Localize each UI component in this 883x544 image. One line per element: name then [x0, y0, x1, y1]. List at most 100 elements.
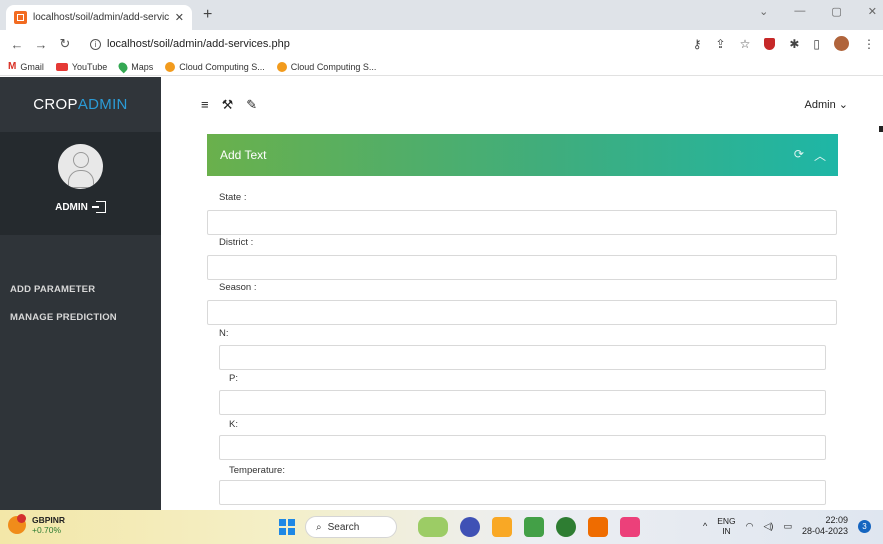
clock-date: 28-04-2023 — [801, 526, 848, 536]
restore-icon[interactable]: ▢ — [831, 5, 841, 18]
stock-widget[interactable]: GBPINR +0.70% — [8, 514, 65, 535]
share-icon[interactable]: ⇪ — [716, 37, 726, 51]
collapse-chevron-up-icon[interactable]: ︿ — [814, 147, 826, 164]
windows-start-icon[interactable] — [279, 519, 295, 535]
p-label: P: — [229, 373, 238, 384]
password-key-icon[interactable]: ⚷ — [693, 37, 702, 51]
profile-name-row: ADMIN — [55, 201, 106, 213]
ticker-text: GBPINR +0.70% — [32, 515, 65, 535]
new-tab-button[interactable]: + — [203, 6, 212, 24]
volume-icon[interactable]: ◁) — [764, 521, 774, 532]
panel-title: Add Text — [220, 148, 267, 162]
bookmark-maps[interactable]: Maps — [116, 60, 153, 73]
bookmark-label: Cloud Computing S... — [290, 61, 377, 72]
extensions-puzzle-icon[interactable]: ✱ — [789, 37, 799, 51]
address-bar[interactable]: i localhost/soil/admin/add-services.php — [90, 33, 700, 55]
gmail-icon: M — [8, 61, 17, 72]
language-indicator[interactable]: ENG IN — [717, 516, 735, 536]
sidebar: CROP ADMIN ADMIN ADD PARAMETER MANAGE PR… — [0, 77, 161, 510]
add-text-form: State : District : Season : N: P: K: Tem… — [207, 176, 838, 510]
sidebar-item-add-parameter[interactable]: ADD PARAMETER — [0, 275, 161, 303]
profile-avatar-icon[interactable] — [834, 36, 849, 51]
cloud-bookmark-icon — [165, 61, 176, 72]
brush-icon[interactable]: ✎ — [246, 97, 257, 113]
user-avatar-icon — [58, 144, 103, 189]
district-label: District : — [219, 237, 254, 248]
brand-admin-text: ADMIN — [77, 96, 128, 113]
district-input[interactable] — [207, 255, 837, 280]
chrome-icon[interactable] — [556, 517, 576, 537]
reload-icon[interactable]: ↻ — [58, 36, 72, 52]
season-label: Season : — [219, 282, 257, 293]
p-input[interactable] — [219, 390, 826, 415]
bookmark-star-icon[interactable]: ☆ — [740, 37, 751, 51]
n-label: N: — [219, 328, 229, 339]
k-input[interactable] — [219, 435, 826, 460]
sidepanel-icon[interactable]: ▯ — [813, 37, 820, 51]
panel-tools: ⟳ ︿ — [794, 147, 826, 164]
widgets-icon[interactable] — [418, 517, 448, 537]
notification-badge[interactable]: 3 — [858, 519, 871, 533]
season-input[interactable] — [207, 300, 837, 325]
n-input[interactable] — [219, 345, 826, 370]
search-icon: ⌕ — [316, 521, 322, 533]
browser-menu-icon[interactable]: ⋮ — [863, 37, 875, 51]
tab-search-chevron-icon[interactable]: ⌄ — [759, 5, 768, 18]
temperature-label: Temperature: — [229, 465, 285, 476]
browser-tab-active[interactable]: localhost/soil/admin/add-service ✕ — [6, 5, 192, 30]
xampp-favicon-icon — [14, 11, 27, 24]
windows-taskbar: GBPINR +0.70% ⌕ Search ^ ENG IN ◠ ◁) ▭ 2… — [0, 510, 883, 544]
clock-time: 22:09 — [825, 515, 848, 525]
profile-section: ADMIN — [0, 132, 161, 235]
site-info-icon[interactable]: i — [90, 38, 101, 50]
header-tools: ≡ ⚒ ✎ — [201, 97, 257, 113]
battery-icon[interactable]: ▭ — [783, 521, 792, 532]
wrench-icon[interactable]: ⚒ — [222, 97, 234, 113]
hamburger-menu-icon[interactable]: ≡ — [201, 97, 209, 112]
bookmarks-bar: M Gmail YouTube Maps Cloud Computing S..… — [0, 58, 883, 76]
xampp-icon[interactable] — [588, 517, 608, 537]
window-controls: ⌄ — ▢ ✕ — [759, 5, 877, 18]
brand-crop-text: CROP — [33, 96, 78, 113]
youtube-icon — [55, 62, 68, 71]
region-code: IN — [722, 526, 731, 536]
tab-title: localhost/soil/admin/add-service — [33, 12, 169, 23]
bookmark-cloud-2[interactable]: Cloud Computing S... — [276, 61, 377, 72]
clock[interactable]: 22:09 28-04-2023 — [802, 515, 848, 537]
k-label: K: — [229, 419, 238, 430]
tray-chevron-up-icon[interactable]: ^ — [703, 521, 707, 531]
file-explorer-icon[interactable] — [492, 517, 512, 537]
forward-arrow-icon[interactable]: → — [34, 37, 48, 52]
sidebar-item-manage-prediction[interactable]: MANAGE PREDICTION — [0, 303, 161, 331]
ticker-symbol: GBPINR — [32, 515, 66, 525]
profile-name: ADMIN — [55, 201, 88, 213]
language-code: ENG — [717, 516, 736, 526]
temperature-input[interactable] — [219, 480, 826, 505]
refresh-icon[interactable]: ⟳ — [794, 147, 804, 164]
tab-close-icon[interactable]: ✕ — [175, 11, 184, 24]
taskbar-search[interactable]: ⌕ Search — [305, 516, 397, 538]
currency-widget-icon — [8, 514, 26, 534]
bookmark-youtube[interactable]: YouTube — [55, 61, 108, 72]
admin-dropdown[interactable]: Admin ⌄ — [805, 98, 848, 111]
state-label: State : — [219, 192, 247, 203]
wifi-icon[interactable]: ◠ — [746, 521, 754, 532]
bookmark-label: Gmail — [20, 61, 44, 72]
sidebar-menu: ADD PARAMETER MANAGE PREDICTION — [0, 235, 161, 331]
panel-header: Add Text ⟳ ︿ — [207, 134, 838, 176]
cloud-bookmark-icon — [276, 61, 287, 72]
bookmark-label: YouTube — [71, 61, 108, 72]
minimize-icon[interactable]: — — [794, 5, 805, 18]
brand-logo[interactable]: CROP ADMIN — [0, 77, 161, 132]
logout-icon[interactable] — [91, 201, 106, 213]
snipping-tool-icon[interactable] — [620, 517, 640, 537]
store-icon[interactable] — [524, 517, 544, 537]
close-window-icon[interactable]: ✕ — [868, 5, 877, 18]
chat-icon[interactable] — [460, 517, 480, 537]
url-text[interactable]: localhost/soil/admin/add-services.php — [107, 38, 290, 50]
back-arrow-icon[interactable]: ← — [10, 37, 24, 52]
bookmark-gmail[interactable]: M Gmail — [8, 61, 44, 72]
bookmark-cloud-1[interactable]: Cloud Computing S... — [165, 61, 265, 72]
extension-shield-icon[interactable] — [764, 37, 776, 50]
state-input[interactable] — [207, 210, 837, 235]
